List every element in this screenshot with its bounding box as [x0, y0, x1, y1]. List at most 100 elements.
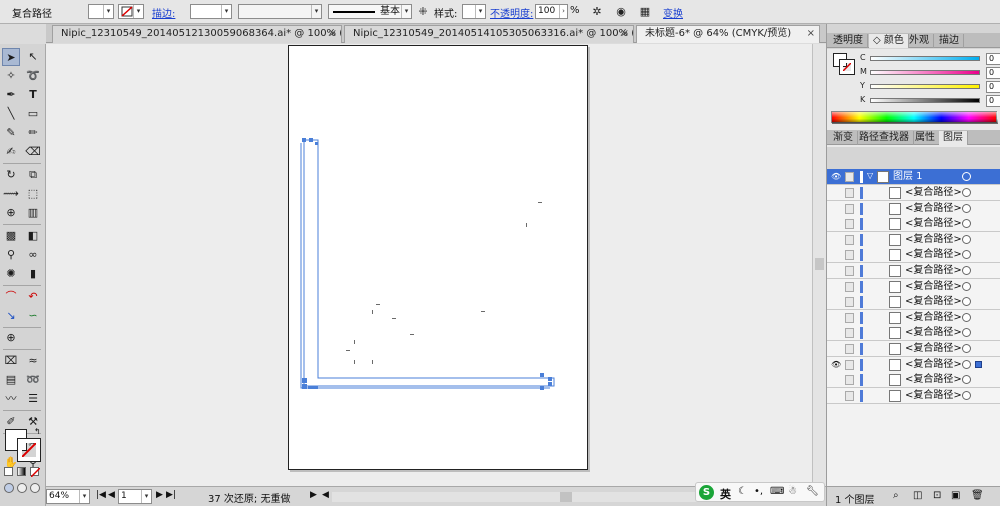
target-circle-icon[interactable]: [962, 328, 971, 338]
brush-select[interactable]: 基本 ▾: [328, 4, 412, 19]
black-slider[interactable]: K0%: [860, 95, 1000, 109]
close-icon[interactable]: ×: [807, 26, 815, 42]
visibility-eye-icon[interactable]: [831, 391, 841, 401]
layer-item-row[interactable]: <复合路径>: [827, 372, 1000, 389]
layer-item-row[interactable]: <复合路径>: [827, 278, 1000, 295]
doc-tab-active[interactable]: 未标题-6* @ 64% (CMYK/预览) ×: [636, 25, 820, 43]
artboard-first-icon[interactable]: |◀: [96, 490, 106, 500]
stroke-color-select[interactable]: ▾: [118, 4, 144, 19]
lock-toggle[interactable]: [845, 328, 854, 339]
locate-object-icon[interactable]: ⌕: [893, 490, 899, 501]
target-circle-icon[interactable]: [962, 359, 971, 369]
black-bar[interactable]: [870, 98, 980, 103]
delete-layer-icon[interactable]: 🗑︎: [971, 490, 984, 501]
lock-toggle[interactable]: [845, 203, 854, 214]
fill-color-select[interactable]: ▾: [88, 4, 114, 19]
layer-item-row[interactable]: <复合路径>: [827, 200, 1000, 217]
target-circle-icon[interactable]: [962, 234, 971, 244]
target-circle-icon[interactable]: [962, 203, 971, 213]
yellow-slider[interactable]: Y0%: [860, 81, 1000, 95]
convert-anchor-tool-icon[interactable]: ↘: [2, 307, 20, 325]
cyan-input[interactable]: 0: [986, 53, 1000, 65]
layer-item-row[interactable]: <复合路径>: [827, 325, 1000, 342]
status-menu-arrow-icon[interactable]: ▶: [310, 490, 317, 500]
lock-toggle[interactable]: [845, 281, 854, 292]
doc-tab-1[interactable]: Nipic_12310549_20140512130059068364.ai* …: [52, 25, 342, 43]
tab-transparency[interactable]: 透明度: [829, 34, 868, 48]
expand-triangle-icon[interactable]: ▽: [867, 171, 873, 180]
visibility-eye-icon[interactable]: [831, 313, 841, 323]
item-name[interactable]: <复合路径>: [905, 389, 962, 402]
variable-width-select[interactable]: ▾: [238, 4, 322, 19]
target-circle-icon[interactable]: [962, 297, 971, 307]
lock-toggle[interactable]: [845, 375, 854, 386]
item-name[interactable]: <复合路径>: [905, 373, 962, 386]
recolor-artwork-icon[interactable]: ✲: [590, 5, 604, 19]
skin-icon[interactable]: ☃: [788, 486, 797, 497]
visibility-eye-icon[interactable]: 👁︎: [831, 360, 841, 370]
selected-square-icon[interactable]: [975, 360, 982, 368]
layer-item-row[interactable]: <复合路径>: [827, 231, 1000, 248]
color-spectrum[interactable]: [831, 111, 998, 124]
item-name[interactable]: <复合路径>: [905, 295, 962, 308]
curve-tool-icon[interactable]: ↶: [24, 288, 42, 306]
wrench-icon[interactable]: 🔧︎: [806, 486, 819, 497]
graphic-style-select[interactable]: ▾: [462, 4, 486, 19]
layer-item-row[interactable]: 👁︎ <复合路径>: [827, 356, 1000, 373]
gradient-button[interactable]: [17, 467, 26, 476]
blend-tool-icon[interactable]: ∞: [24, 246, 42, 264]
item-name[interactable]: <复合路径>: [905, 326, 962, 339]
item-name[interactable]: <复合路径>: [905, 280, 962, 293]
tab-layers[interactable]: 图层: [939, 131, 968, 145]
target-circle-icon[interactable]: [962, 281, 971, 291]
selected-compound-path[interactable]: [288, 130, 578, 400]
cyan-slider[interactable]: C0%: [860, 53, 1000, 67]
visibility-eye-icon[interactable]: [831, 344, 841, 354]
item-name[interactable]: <复合路径>: [905, 311, 962, 324]
visibility-eye-icon[interactable]: [831, 188, 841, 198]
lock-toggle[interactable]: [845, 359, 854, 370]
direct-selection-tool-icon[interactable]: ↖: [24, 48, 42, 66]
artboard-select[interactable]: 1 ▾: [118, 489, 152, 504]
tab-gradient[interactable]: 渐变: [829, 131, 858, 145]
opacity-input[interactable]: 100 ›: [535, 4, 568, 19]
paintbrush-tool-icon[interactable]: ✎: [2, 124, 20, 142]
layer-name[interactable]: 图层 1: [893, 170, 923, 183]
close-icon[interactable]: ×: [621, 26, 629, 42]
new-layer-icon[interactable]: ▣: [951, 490, 960, 501]
layer-item-row[interactable]: <复合路径>: [827, 294, 1000, 311]
column-graph-tool-icon[interactable]: ▮: [24, 265, 42, 283]
stroke-weight-select[interactable]: ▾: [190, 4, 232, 19]
layer-item-row[interactable]: <复合路径>: [827, 263, 1000, 279]
scroll-thumb[interactable]: [815, 258, 824, 270]
blob-brush-tool-icon[interactable]: ✍: [2, 143, 20, 161]
layer-item-row[interactable]: <复合路径>: [827, 216, 1000, 233]
zoom-select[interactable]: 64% ▾: [46, 489, 90, 504]
stroke-link[interactable]: 描边:: [152, 5, 175, 20]
hscroll-thumb[interactable]: [560, 492, 572, 502]
brush-options-icon[interactable]: ⁜: [416, 5, 430, 19]
visibility-eye-icon[interactable]: [831, 297, 841, 307]
eyedropper-tool-icon[interactable]: ⚲: [2, 246, 20, 264]
layer-item-row[interactable]: <复合路径>: [827, 309, 1000, 326]
mesh-tool-icon[interactable]: ▩: [2, 227, 20, 245]
pencil-tool-icon[interactable]: ✏: [24, 124, 42, 142]
pen-tool-icon[interactable]: ✒: [2, 86, 20, 104]
doc-tab-2[interactable]: Nipic_12310549_20140514105305063316.ai* …: [344, 25, 634, 43]
lock-toggle[interactable]: [845, 250, 854, 261]
item-name[interactable]: <复合路径>: [905, 264, 962, 277]
artboard-last-icon[interactable]: ▶|: [166, 490, 176, 500]
gradient-tool-icon[interactable]: ◧: [24, 227, 42, 245]
line-tool-icon[interactable]: ╲: [2, 105, 20, 123]
twirl-tool-icon[interactable]: ➿: [24, 371, 42, 389]
layer-item-row[interactable]: <复合路径>: [827, 247, 1000, 264]
punctuation-icon[interactable]: •,: [754, 486, 763, 497]
lock-toggle[interactable]: [845, 344, 854, 354]
opacity-link[interactable]: 不透明度:: [490, 5, 533, 20]
item-name[interactable]: <复合路径>: [905, 186, 962, 199]
new-sublayer-icon[interactable]: ⊡: [933, 490, 941, 501]
warp-tool-icon[interactable]: ≈: [24, 352, 42, 370]
swap-icon[interactable]: ↰: [34, 427, 41, 436]
magenta-input[interactable]: 0: [986, 67, 1000, 79]
lock-toggle[interactable]: [845, 188, 854, 198]
